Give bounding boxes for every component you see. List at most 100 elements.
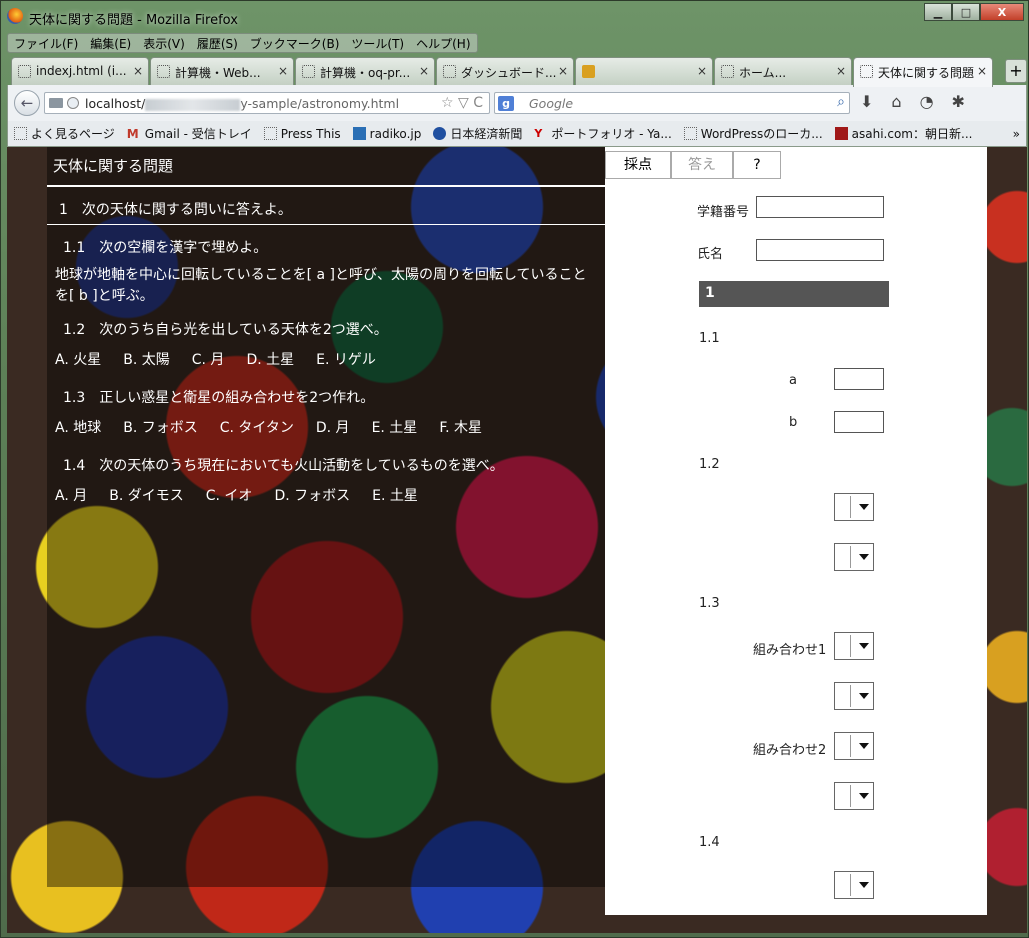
name-field[interactable] [756, 239, 884, 261]
bookmark-label: asahi.com：朝日新... [851, 127, 973, 141]
tab-close-icon[interactable]: × [697, 64, 707, 78]
tab-calculator-web[interactable]: 計算機・Web... × [150, 57, 294, 85]
firefox-logo-icon [7, 8, 23, 24]
subsection-1-2: 1.2 [699, 457, 720, 472]
minimize-button[interactable]: ▁ [924, 3, 952, 21]
choice: B. 太陽 [123, 352, 170, 368]
menu-edit[interactable]: 編集(E) [84, 34, 137, 52]
tab-close-icon[interactable]: × [419, 64, 429, 78]
subsection-1-3: 1.3 [699, 596, 720, 611]
bookmarks-more-button[interactable]: » [1013, 127, 1020, 141]
bookmark-label: ポートフォリオ - Ya... [551, 127, 672, 141]
search-icon[interactable]: ⌕ [837, 94, 845, 110]
select-combo-2-a[interactable] [834, 732, 874, 760]
page-content: 天体に関する問題 1 次の天体に関する問いに答えよ。 1.1 次の空欄を漢字で埋… [7, 147, 1027, 933]
menu-view[interactable]: 表示(V) [137, 34, 191, 52]
question-pane: 天体に関する問題 1 次の天体に関する問いに答えよ。 1.1 次の空欄を漢字で埋… [47, 147, 605, 511]
tab-astronomy[interactable]: 天体に関する問題 × [853, 57, 993, 87]
tab-help[interactable]: ? [733, 151, 781, 179]
menu-history[interactable]: 履歴(S) [191, 34, 244, 52]
select-1-4[interactable] [834, 871, 874, 899]
tab-label: ダッシュボード... [461, 66, 557, 80]
bookmark-label: Gmail - 受信トレイ [144, 127, 252, 141]
bookmark-label: よく見るページ [31, 127, 115, 141]
tab-answers[interactable]: 答え [671, 151, 733, 179]
choice: E. リゲル [316, 352, 376, 368]
tab-calculator-oq[interactable]: 計算機・oq-pr... × [295, 57, 435, 85]
page-icon [263, 127, 277, 140]
bookmark-press-this[interactable]: Press This [263, 127, 341, 141]
combo-1-label: 組み合わせ1 [753, 643, 827, 658]
url-host: localhost/ [85, 96, 146, 111]
bookmark-wordpress[interactable]: WordPressのローカ... [683, 125, 823, 142]
select-combo-2-b[interactable] [834, 782, 874, 810]
tools-icon[interactable]: ✱ [952, 92, 965, 111]
tab-close-icon[interactable]: × [558, 64, 568, 78]
select-1-2-first[interactable] [834, 493, 874, 521]
question-1-1-text: 地球が地軸を中心に回転していることを[ a ]と呼び、太陽の周りを回転しているこ… [55, 267, 587, 304]
bookmark-most-visited[interactable]: よく見るページ [14, 125, 115, 142]
page-icon [721, 65, 734, 78]
tab-home[interactable]: ホーム... × [714, 57, 852, 85]
answer-a-field[interactable] [834, 368, 884, 390]
choice: D. 月 [315, 420, 350, 436]
choice: E. 土星 [371, 420, 418, 436]
tab-indexj[interactable]: indexj.html (i... × [11, 57, 149, 85]
bookmark-gmail[interactable]: M Gmail - 受信トレイ [127, 125, 252, 142]
bookmark-nikkei[interactable]: 日本経済新聞 [433, 125, 522, 142]
radiko-icon [352, 127, 366, 140]
page-icon [443, 65, 456, 78]
select-combo-1-a[interactable] [834, 632, 874, 660]
tab-close-icon[interactable]: × [278, 64, 288, 78]
section-heading: 1 次の天体に関する問いに答えよ。 [47, 187, 605, 225]
answer-panel: 採点 答え ? 学籍番号 氏名 1 1.1 a b 1.2 1.3 組み合わせ1… [605, 147, 987, 915]
bookmark-radiko[interactable]: radiko.jp [352, 126, 422, 141]
yahoo-icon [582, 65, 595, 78]
page-icon [157, 65, 170, 78]
maximize-button[interactable]: □ [952, 3, 980, 21]
tab-close-icon[interactable]: × [836, 64, 846, 78]
close-button[interactable]: X [980, 3, 1024, 21]
page-title: 天体に関する問題 [47, 147, 605, 187]
select-combo-1-b[interactable] [834, 682, 874, 710]
choice: C. タイタン [219, 420, 294, 436]
search-placeholder: Google [529, 96, 574, 111]
google-icon[interactable]: g [498, 96, 514, 111]
menu-bookmarks[interactable]: ブックマーク(B) [244, 34, 346, 52]
menu-help[interactable]: ヘルプ(H) [410, 34, 476, 52]
gmail-icon: M [126, 127, 139, 141]
chevron-down-icon [859, 643, 869, 649]
download-icon[interactable]: ⬇ [860, 92, 873, 111]
tab-close-icon[interactable]: × [977, 64, 987, 78]
tab-close-icon[interactable]: × [133, 64, 143, 78]
page-icon [18, 65, 31, 78]
menu-bar: ファイル(F) 編集(E) 表示(V) 履歴(S) ブックマーク(B) ツール(… [7, 33, 478, 53]
menu-tools[interactable]: ツール(T) [345, 34, 410, 52]
menu-file[interactable]: ファイル(F) [8, 34, 84, 52]
bookmark-label: WordPressのローカ... [700, 127, 823, 141]
home-icon[interactable]: ⌂ [891, 92, 901, 111]
select-1-2-second[interactable] [834, 543, 874, 571]
b-label: b [789, 415, 798, 430]
bookmark-label: radiko.jp [369, 126, 422, 141]
tab-dashboard[interactable]: ダッシュボード... × [436, 57, 574, 85]
tab-label: 計算機・Web... [175, 66, 261, 80]
tab-blurred[interactable]: × [575, 57, 713, 85]
bookmark-portfolio[interactable]: Y ポートフォリオ - Ya... [534, 125, 671, 142]
search-input[interactable]: g Google ⌕ [494, 92, 850, 114]
chevron-down-icon [859, 793, 869, 799]
answer-b-field[interactable] [834, 411, 884, 433]
url-bar[interactable]: localhost/y-sample/astronomy.html ☆ ▽ C [44, 92, 490, 114]
choice: D. フォボス [274, 488, 351, 504]
sync-icon[interactable]: ◔ [920, 92, 934, 111]
tab-label: 計算機・oq-pr... [320, 66, 411, 80]
choice: B. ダイモス [109, 488, 184, 504]
new-tab-button[interactable]: + [1005, 59, 1027, 83]
bookmark-asahi[interactable]: asahi.com：朝日新... [834, 125, 973, 142]
window-title: 天体に関する問題 - Mozilla Firefox [29, 13, 238, 28]
url-blurred [145, 98, 241, 111]
student-id-field[interactable] [756, 196, 884, 218]
url-actions-icon[interactable]: ☆ ▽ C [441, 95, 483, 111]
tab-grading[interactable]: 採点 [605, 151, 671, 179]
back-button[interactable]: ← [14, 90, 40, 116]
